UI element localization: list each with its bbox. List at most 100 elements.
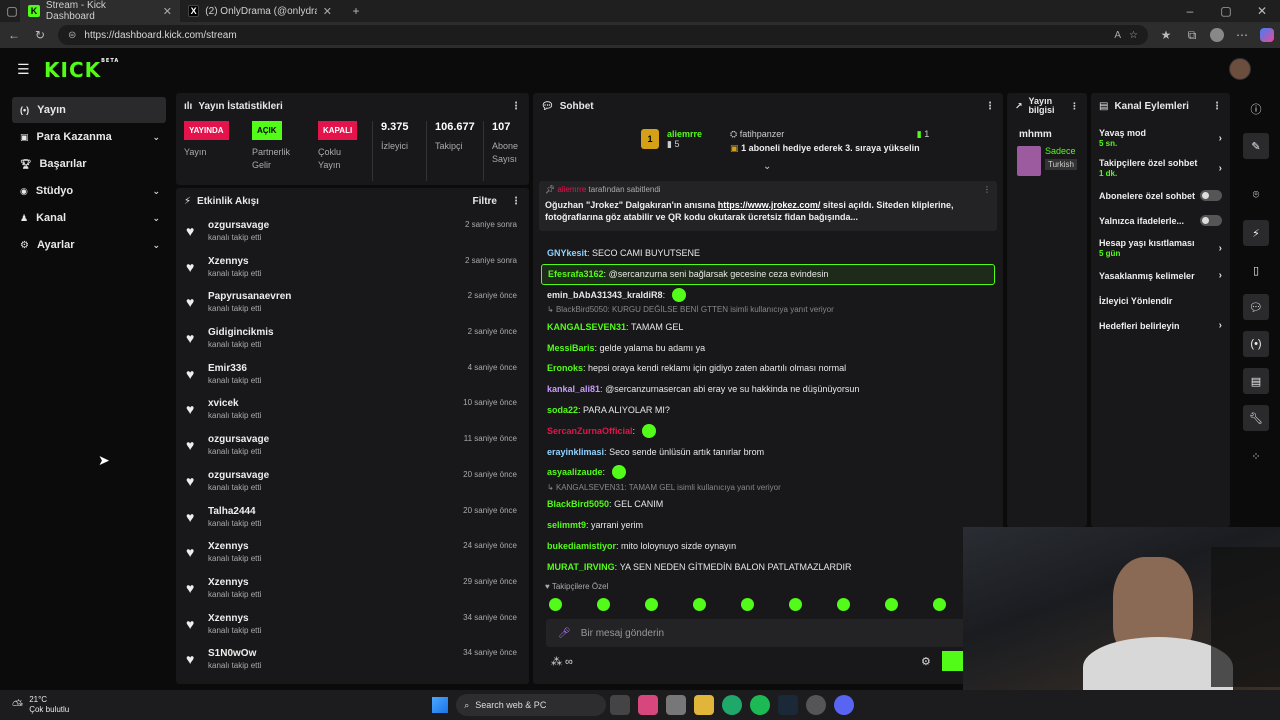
read-aloud-icon[interactable]: A <box>1114 30 1121 41</box>
channel-action-item[interactable]: Takipçilere özel sohbet 1 dk. › <box>1091 153 1230 183</box>
kebab-icon[interactable]: ⋮ <box>983 185 991 194</box>
activity-username[interactable]: S1N0wOw <box>208 648 261 659</box>
chat-username[interactable]: emin_bAbA31343_kraldiR8 <box>547 290 663 300</box>
collections-icon[interactable]: ⧉ <box>1184 28 1200 43</box>
gifter-name[interactable]: fatihpanzer <box>740 129 785 139</box>
chat-input[interactable]: 🎤︎ Bir mesaj gönderin <box>546 619 996 647</box>
close-icon[interactable]: ✕ <box>323 5 332 18</box>
taskbar-search[interactable]: ⌕ Search web & PC <box>456 694 607 716</box>
emote-icon[interactable] <box>741 598 754 611</box>
chat-username[interactable]: bukediamistiyor <box>547 541 616 551</box>
menu-icon[interactable]: ☰ <box>17 61 30 78</box>
info-icon[interactable]: ⓘ <box>1243 96 1269 122</box>
filter-button[interactable]: Filtre <box>473 196 497 207</box>
chat-username[interactable]: BlackBird5050 <box>547 499 609 509</box>
emote-icon[interactable] <box>789 598 802 611</box>
channel-action-item[interactable]: İzleyici Yönlendir <box>1091 288 1230 313</box>
discord-icon[interactable] <box>834 695 855 715</box>
activity-username[interactable]: Papyrusanaevren <box>208 291 291 302</box>
sidebar-item-para-kazanma[interactable]: ▣ Para Kazanma ⌄ <box>12 124 166 150</box>
window-icon[interactable]: ▢ <box>4 4 20 18</box>
wrench-icon[interactable]: 🔧︎ <box>1243 405 1269 431</box>
kebab-icon[interactable]: ⋮ <box>511 196 521 207</box>
chat-username[interactable]: MessiBaris <box>547 343 595 353</box>
sidebar-item-studyo[interactable]: ◉ Stüdyo ⌄ <box>12 178 166 204</box>
site-info-icon[interactable]: ⊜ <box>68 30 76 41</box>
sidebar-item-yayin[interactable]: (•) Yayın <box>12 97 166 123</box>
stream-category[interactable]: Sadece Turkish <box>1007 140 1087 182</box>
activity-username[interactable]: Xzennys <box>208 577 261 588</box>
channel-action-item[interactable]: Yavaş mod 5 sn. › <box>1091 123 1230 153</box>
user-avatar[interactable] <box>1229 58 1251 80</box>
favorites-icon[interactable]: ★ <box>1158 28 1174 42</box>
sidebar-item-kanal[interactable]: ♟ Kanal ⌄ <box>12 205 166 231</box>
copilot-app-icon[interactable] <box>638 695 659 715</box>
chat-username[interactable]: asyaalizaude <box>547 467 603 477</box>
toggle-switch[interactable] <box>1200 215 1222 226</box>
browser-tab-x[interactable]: X (2) OnlyDrama (@onlydramaX) / X ✕ <box>180 0 340 22</box>
chat-username[interactable]: GNYkesit <box>547 248 587 258</box>
chat-username[interactable]: KANGALSEVEN31 <box>547 322 626 332</box>
pinned-link[interactable]: https://www.jrokez.com/ <box>718 200 821 210</box>
channel-action-item[interactable]: Hedefleri belirleyin › <box>1091 313 1230 338</box>
channel-action-item[interactable]: Hesap yaşı kısıtlaması 5 gün › <box>1091 233 1230 263</box>
layout-icon[interactable]: ▤ <box>1243 368 1269 394</box>
chat-username[interactable]: soda22 <box>547 405 578 415</box>
profile-avatar[interactable] <box>1210 28 1224 42</box>
kebab-icon[interactable]: ⋮ <box>511 101 521 112</box>
weather-icon[interactable]: ⛅︎ <box>12 697 23 714</box>
chat-username[interactable]: Eronoks <box>547 363 583 373</box>
chat-icon[interactable]: 💬︎ <box>1243 294 1269 320</box>
spotify-icon[interactable] <box>750 695 771 715</box>
edit-icon[interactable]: ✎ <box>1243 133 1269 159</box>
activity-username[interactable]: Emir336 <box>208 363 261 374</box>
chat-username[interactable]: Efesrafa3162 <box>548 269 604 279</box>
obs-icon[interactable] <box>806 695 827 715</box>
emote-icon[interactable] <box>597 598 610 611</box>
chat-username[interactable]: SercanZurnaOfficial <box>547 426 633 436</box>
activity-username[interactable]: Talha2444 <box>208 506 261 517</box>
minimize-icon[interactable]: – <box>1182 4 1198 18</box>
chat-username[interactable]: MURAT_IRVING <box>547 562 615 572</box>
camera-icon[interactable]: ⌾ <box>1243 182 1269 208</box>
activity-username[interactable]: xvicek <box>208 398 261 409</box>
collapse-icon[interactable]: ⌄ <box>763 161 771 172</box>
steam-icon[interactable] <box>778 695 799 715</box>
emote-icon[interactable] <box>933 598 946 611</box>
activity-username[interactable]: ozgursavage <box>208 434 269 445</box>
broadcast-icon[interactable]: (•) <box>1243 331 1269 357</box>
channel-action-item[interactable]: Yalnızca ifadelerle... <box>1091 208 1230 233</box>
task-view-icon[interactable] <box>610 695 631 715</box>
activity-username[interactable]: ozgursavage <box>208 470 269 481</box>
activity-username[interactable]: Xzennys <box>208 541 261 552</box>
emote-icon[interactable] <box>693 598 706 611</box>
browser-tab-kick[interactable]: K Stream - Kick Dashboard ✕ <box>20 0 180 22</box>
copilot-icon[interactable] <box>1260 28 1274 42</box>
apps-icon[interactable]: ⁘ <box>1243 443 1269 469</box>
chat-username[interactable]: selimmt9 <box>547 520 586 530</box>
activity-username[interactable]: Xzennys <box>208 613 261 624</box>
store-icon[interactable] <box>666 695 687 715</box>
mic-icon[interactable]: 🎤︎ <box>558 628 571 639</box>
url-input[interactable]: ⊜ https://dashboard.kick.com/stream A ☆ <box>58 25 1148 45</box>
sidebar-item-basarilar[interactable]: 🏆︎ Başarılar <box>12 151 166 177</box>
channel-action-item[interactable]: Abonelere özel sohbet <box>1091 183 1230 208</box>
kick-logo[interactable]: KICKBETA <box>44 58 119 82</box>
edge-icon[interactable] <box>722 695 743 715</box>
emote-icon[interactable] <box>549 598 562 611</box>
chat-username[interactable]: erayinklimasi <box>547 447 604 457</box>
chat-username[interactable]: kankal_ali81 <box>547 384 600 394</box>
weather-widget[interactable]: 21°C Çok bulutlu <box>29 695 69 715</box>
close-icon[interactable]: ✕ <box>163 5 172 18</box>
file-explorer-icon[interactable] <box>694 695 715 715</box>
maximize-icon[interactable]: ▢ <box>1218 4 1234 18</box>
new-tab-icon[interactable]: + <box>348 4 364 18</box>
favorite-icon[interactable]: ☆ <box>1129 30 1138 41</box>
sidebar-item-ayarlar[interactable]: ⚙ Ayarlar ⌄ <box>12 232 166 258</box>
back-icon[interactable]: ← <box>6 28 22 42</box>
gear-icon[interactable]: ⚙ <box>921 655 931 668</box>
more-icon[interactable]: ⋯ <box>1234 28 1250 42</box>
windows-start-icon[interactable] <box>432 697 449 713</box>
activity-username[interactable]: ozgursavage <box>208 220 269 231</box>
emote-icon[interactable] <box>837 598 850 611</box>
